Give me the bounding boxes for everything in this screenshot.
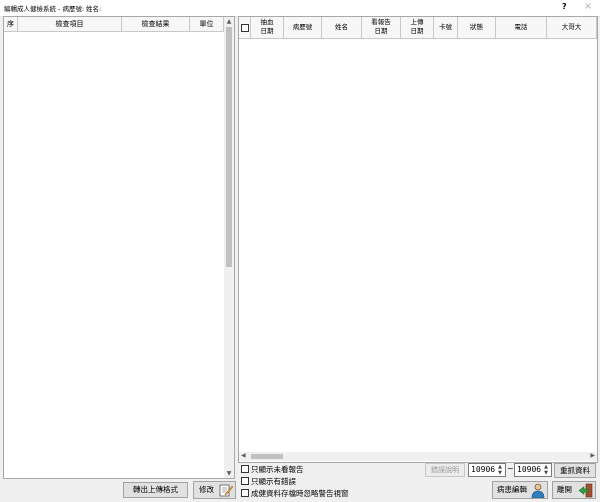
h-scroll-thumb[interactable] [251,454,283,459]
col-chart-no[interactable]: 病歷號 [284,17,322,38]
scroll-left-icon[interactable]: ◀ [241,452,246,459]
col-mobile[interactable]: 大哥大 [547,17,597,38]
date-from-spinner[interactable]: 10906 ▲ ▼ [468,463,506,477]
right-horizontal-scrollbar[interactable]: ◀ ▶ [239,452,597,461]
checkbox-has-error[interactable]: 只顯示有錯誤 [241,476,296,487]
patient-edit-button[interactable]: 病患編輯 [492,481,548,499]
col-report-date[interactable]: 看報告 日期 [362,17,401,38]
window-title: 編輯成人健檢系統 - 病歷號: [4,5,85,13]
col-exam-result[interactable]: 檢查結果 [122,17,190,31]
exam-items-table[interactable]: 序 檢查項目 檢查結果 單位 ▲ ▼ [3,16,235,479]
records-header: 抽血 日期 病歷號 姓名 看報告 日期 上傳 日期 卡號 狀態 電話 大哥大 [239,17,597,39]
date-to-spinner[interactable]: 10906 ▲ ▼ [514,463,552,477]
name-label: 姓名: [86,5,102,13]
records-table[interactable]: 抽血 日期 病歷號 姓名 看報告 日期 上傳 日期 卡號 狀態 電話 大哥大 ◀ ▶ [238,16,598,463]
spinner-arrows-icon[interactable]: ▲ ▼ [542,464,550,476]
modify-button[interactable]: 修改 [193,481,236,499]
help-button[interactable]: ? [562,2,567,11]
exit-button[interactable]: 離開 [552,481,596,499]
close-button[interactable]: × [584,1,592,12]
col-upload-date[interactable]: 上傳 日期 [401,17,434,38]
col-unit[interactable]: 單位 [190,17,224,31]
checkbox-box[interactable] [241,465,249,473]
col-name[interactable]: 姓名 [322,17,362,38]
edit-icon [219,484,233,497]
error-description-button[interactable]: 錯誤說明 [425,463,465,477]
reload-data-button[interactable]: 重抓資料 [554,463,596,478]
title-bar: 編輯成人健檢系統 - 病歷號: 姓名: ? × [0,0,600,17]
scroll-down-icon[interactable]: ▼ [224,470,234,477]
col-status[interactable]: 狀態 [458,17,496,38]
checkbox-unread-report[interactable]: 只顯示未看報告 [241,464,304,475]
scroll-up-icon[interactable]: ▲ [224,18,234,25]
exam-items-header: 序 檢查項目 檢查結果 單位 [4,17,224,32]
spinner-arrows-icon[interactable]: ▲ ▼ [496,464,504,476]
col-phone[interactable]: 電話 [496,17,547,38]
col-exam-item[interactable]: 檢查項目 [18,17,122,31]
scroll-thumb[interactable] [226,27,232,267]
select-all-checkbox[interactable] [239,17,251,38]
checkbox-box[interactable] [241,477,249,485]
person-icon [531,483,545,498]
col-card-no[interactable]: 卡號 [434,17,458,38]
col-blood-date[interactable]: 抽血 日期 [251,17,284,38]
exit-door-icon [579,483,593,498]
scroll-right-icon[interactable]: ▶ [590,452,595,459]
checkbox-ignore-warning[interactable]: 成健資料存檔時忽略警告視窗 [241,488,349,499]
checkbox-box[interactable] [241,489,249,497]
col-seq[interactable]: 序 [4,17,18,31]
date-range-separator: ~ [507,464,514,473]
export-upload-button[interactable]: 轉出上傳格式 [123,482,188,498]
left-vertical-scrollbar[interactable]: ▲ ▼ [224,17,234,478]
